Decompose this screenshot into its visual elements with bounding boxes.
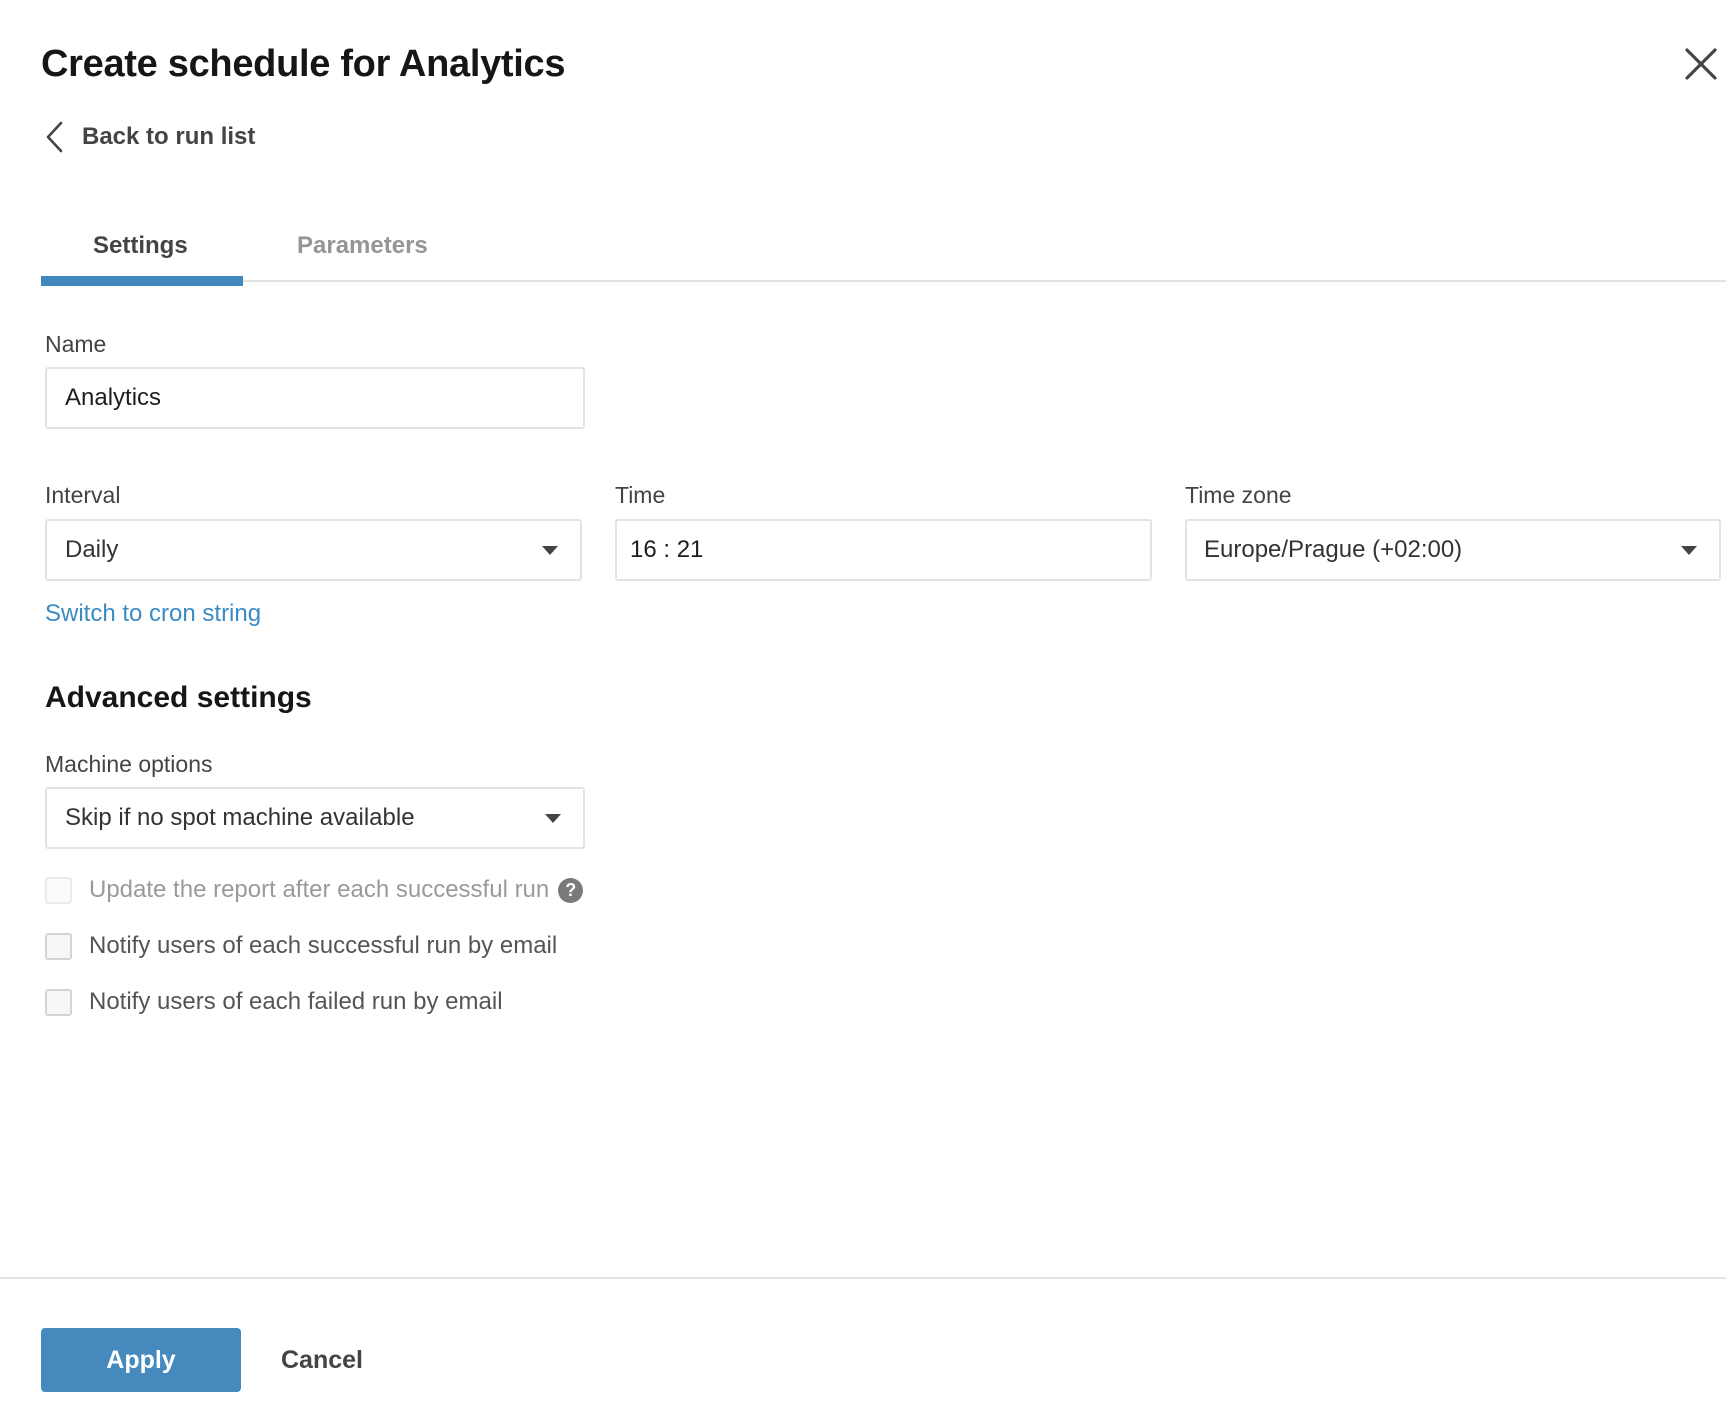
notify-success-checkbox-row[interactable]: Notify users of each successful run by e…: [45, 932, 557, 960]
notify-failed-checkbox-row[interactable]: Notify users of each failed run by email: [45, 988, 503, 1016]
update-report-checkbox-row: Update the report after each successful …: [45, 876, 584, 904]
tabs-divider: [41, 280, 1726, 282]
caret-down-icon: [542, 545, 558, 555]
apply-button[interactable]: Apply: [41, 1328, 241, 1392]
active-tab-indicator: [41, 276, 243, 286]
machine-options-label: Machine options: [45, 751, 213, 777]
cancel-button[interactable]: Cancel: [281, 1328, 363, 1392]
footer-divider: [0, 1277, 1726, 1279]
time-zone-label: Time zone: [1185, 482, 1292, 508]
time-input[interactable]: 16 : 21: [615, 519, 1152, 581]
caret-down-icon: [545, 813, 561, 823]
close-icon: [1685, 48, 1717, 80]
chevron-left-icon: [46, 121, 63, 153]
time-zone-select[interactable]: Europe/Prague (+02:00): [1185, 519, 1721, 581]
tab-settings[interactable]: Settings: [93, 226, 188, 266]
interval-select[interactable]: Daily: [45, 519, 582, 581]
notify-success-checkbox[interactable]: [45, 932, 72, 960]
tab-parameters[interactable]: Parameters: [297, 226, 428, 266]
name-label: Name: [45, 331, 107, 357]
time-zone-selected-value: Europe/Prague (+02:00): [1204, 536, 1463, 563]
machine-options-select[interactable]: Skip if no spot machine available: [45, 787, 585, 849]
switch-to-cron-link[interactable]: Switch to cron string: [45, 600, 261, 628]
name-input[interactable]: Analytics: [45, 367, 585, 429]
notify-success-label[interactable]: Notify users of each successful run by e…: [89, 932, 557, 960]
back-link-label: Back to run list: [82, 123, 256, 150]
interval-label: Interval: [45, 482, 121, 508]
dialog-title: Create schedule for Analytics: [41, 43, 566, 85]
name-input-value: Analytics: [65, 384, 162, 411]
notify-failed-label[interactable]: Notify users of each failed run by email: [89, 988, 503, 1016]
notify-failed-checkbox[interactable]: [45, 988, 72, 1016]
interval-selected-value: Daily: [65, 536, 119, 563]
question-circle-icon[interactable]: ?: [558, 877, 584, 903]
machine-options-selected-value: Skip if no spot machine available: [65, 804, 415, 831]
back-to-run-list-link[interactable]: Back to run list: [44, 118, 255, 156]
advanced-settings-heading: Advanced settings: [45, 681, 312, 714]
time-label: Time: [615, 482, 666, 508]
update-report-label: Update the report after each successful …: [89, 876, 550, 903]
time-input-value: 16 : 21: [630, 536, 704, 563]
close-button[interactable]: [1682, 45, 1720, 83]
update-report-checkbox: [45, 876, 72, 904]
caret-down-icon: [1681, 545, 1697, 555]
